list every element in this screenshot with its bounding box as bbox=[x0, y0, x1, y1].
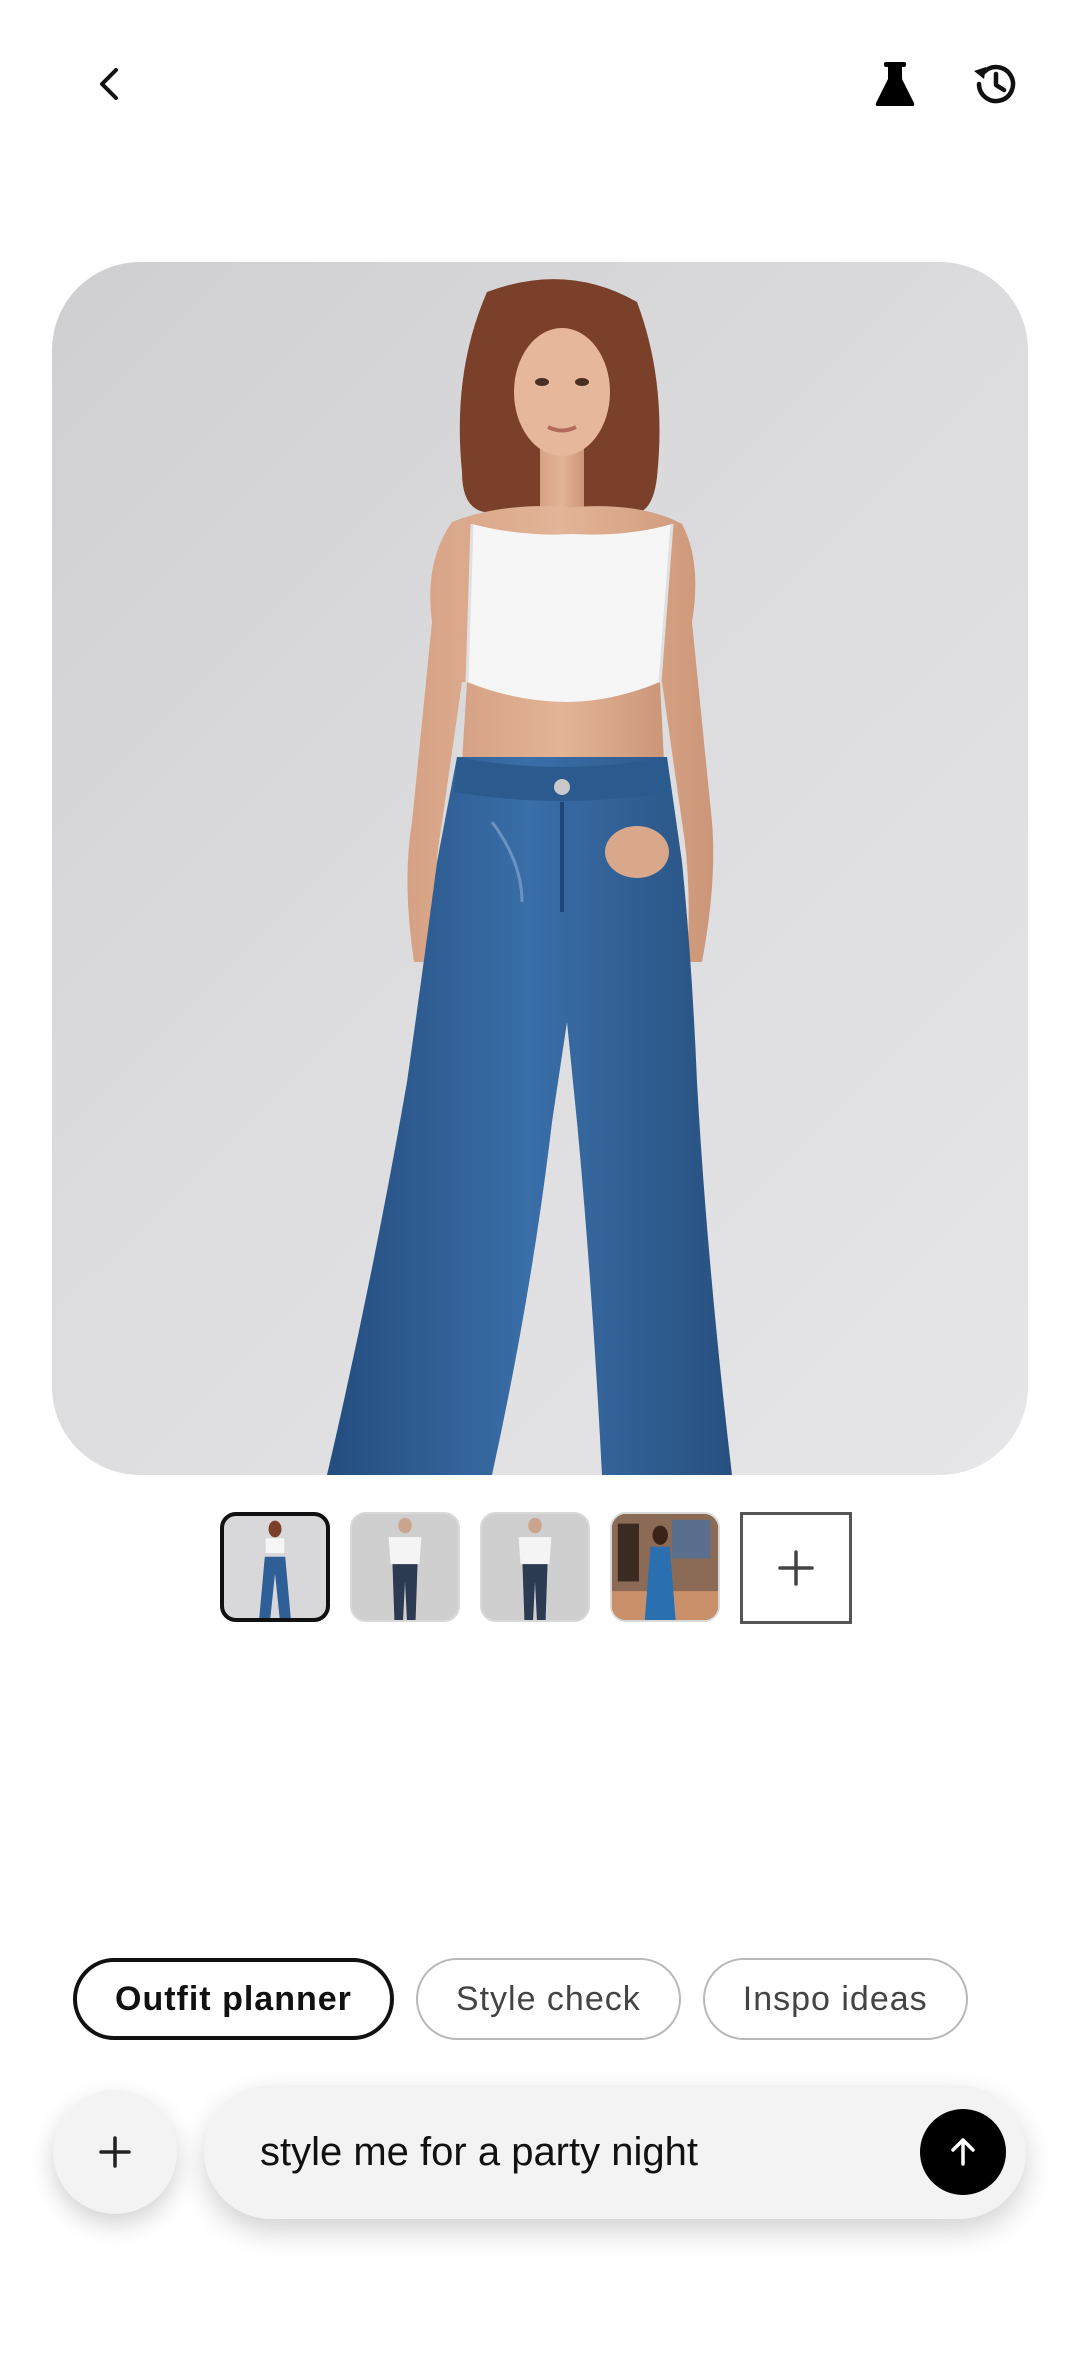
message-input[interactable] bbox=[258, 2121, 862, 2183]
add-photo-button[interactable] bbox=[740, 1512, 852, 1624]
thumb-white-crop-top-flared-jeans[interactable] bbox=[220, 1512, 330, 1622]
attach-button[interactable] bbox=[53, 2090, 177, 2214]
chevron-left-icon bbox=[100, 68, 118, 100]
labs-button[interactable] bbox=[855, 44, 935, 124]
suggestion-chips: Outfit planner Style check Inspo ideas bbox=[73, 1958, 968, 2040]
history-icon bbox=[974, 64, 1016, 104]
chip-inspo-ideas[interactable]: Inspo ideas bbox=[702, 1958, 968, 2040]
thumb-white-tee-dark-jeans-2[interactable] bbox=[480, 1512, 590, 1622]
send-button[interactable] bbox=[920, 2109, 1006, 2195]
flask-icon bbox=[875, 62, 915, 106]
message-composer bbox=[204, 2085, 1026, 2219]
chip-outfit-planner[interactable]: Outfit planner bbox=[73, 1958, 394, 2040]
back-button[interactable] bbox=[70, 44, 150, 124]
chip-style-check[interactable]: Style check bbox=[415, 1958, 681, 2040]
thumb-blue-dress-boutique[interactable] bbox=[610, 1512, 720, 1622]
plus-icon bbox=[778, 1550, 814, 1586]
thumb-white-tee-dark-jeans-1[interactable] bbox=[350, 1512, 460, 1622]
history-button[interactable] bbox=[955, 44, 1035, 124]
outfit-image bbox=[52, 262, 1028, 1475]
outfit-thumbnails bbox=[220, 1512, 852, 1624]
arrow-up-icon bbox=[951, 2138, 975, 2166]
plus-icon bbox=[99, 2136, 131, 2168]
